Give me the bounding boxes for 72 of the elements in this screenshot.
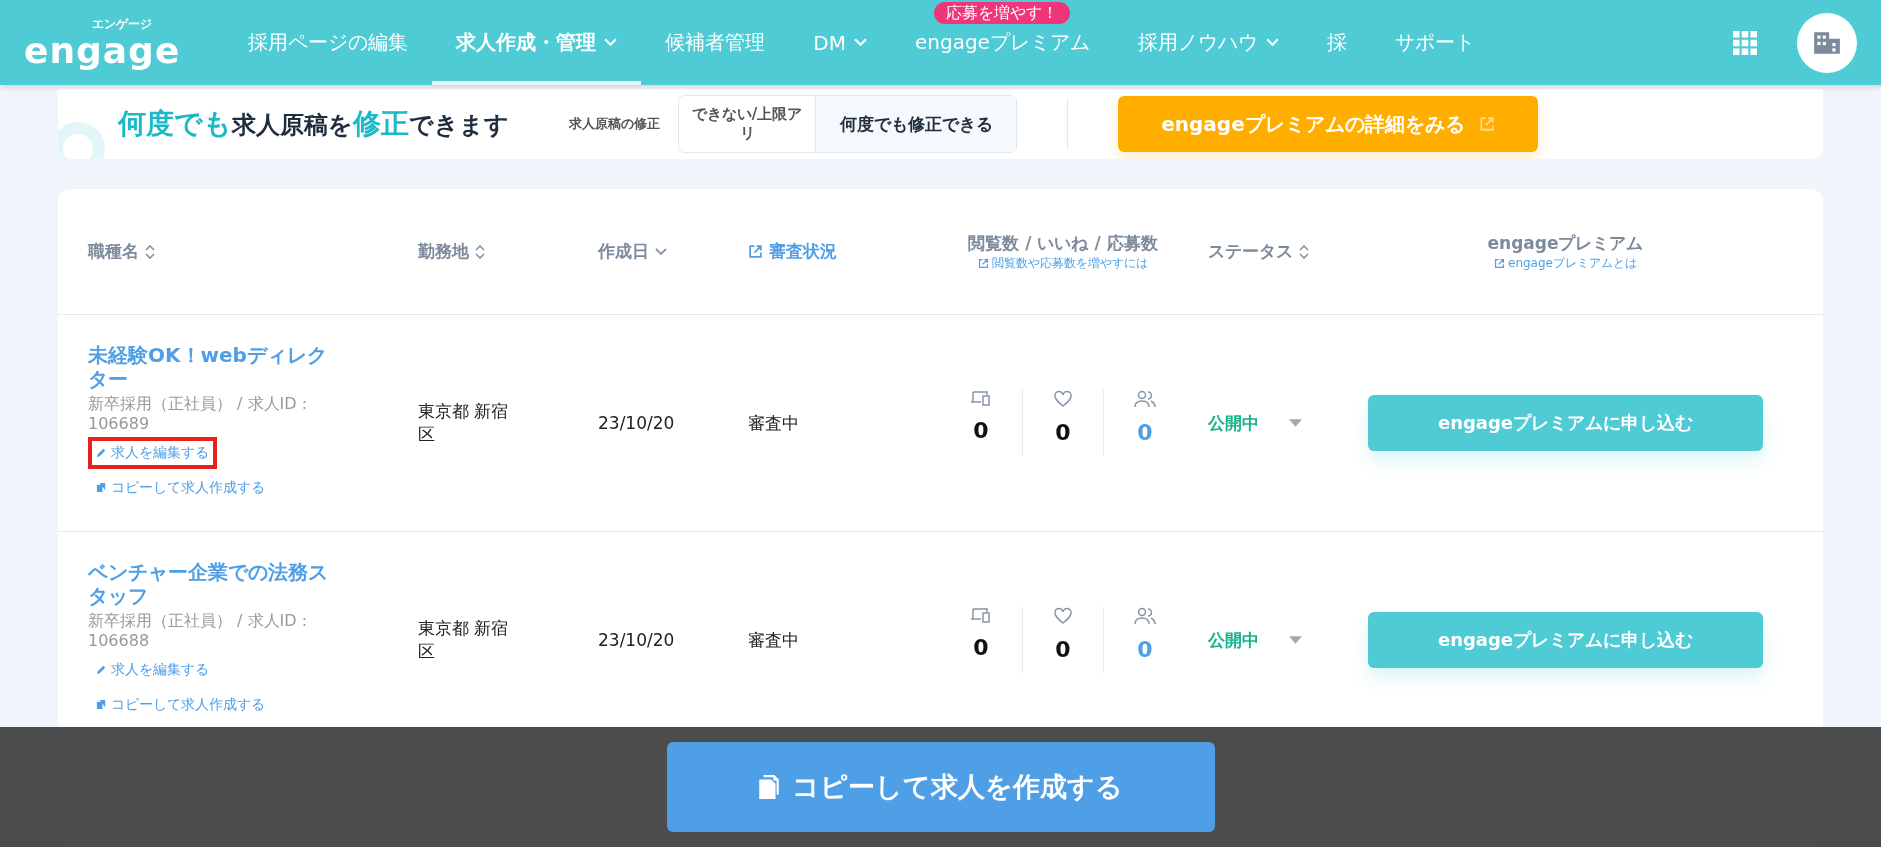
job-title-link[interactable]: 未経験OK！webディレクター [88, 342, 338, 391]
help-link[interactable]: 閲覧数や応募数を増やすには [978, 254, 1148, 272]
nav-tab[interactable]: 採用ノウハウ [1113, 0, 1303, 85]
copy-icon [96, 482, 107, 493]
external-link-icon [1478, 116, 1495, 132]
banner-headline: 何度でも求人原稿を修正できます [118, 106, 509, 142]
column-header-link[interactable]: 審査状況 [748, 240, 918, 263]
location-text: 東京都 新宿区 [418, 617, 510, 663]
nav-tab[interactable]: 採 [1302, 0, 1371, 85]
copy-icon [758, 774, 780, 800]
people-icon [1134, 390, 1156, 408]
external-link-icon [978, 257, 989, 269]
heart-icon [1053, 607, 1073, 625]
sort-icon [145, 243, 155, 260]
status-dropdown[interactable]: 公開中 [1208, 628, 1338, 652]
dropdown-caret-icon [1289, 419, 1302, 427]
comparison-cell-text: できない/上限アリ [690, 104, 804, 144]
copy-job-link[interactable]: コピーして求人作成する [88, 471, 273, 504]
people-icon [1134, 607, 1156, 625]
sort-icon [1299, 243, 1309, 260]
external-link-icon [1494, 257, 1505, 269]
heart-icon [1053, 390, 1073, 408]
sort-icon [475, 243, 485, 260]
edit-job-link[interactable]: 求人を編集する [88, 436, 217, 469]
chevron-down-icon [655, 247, 667, 256]
edit-job-link[interactable]: 求人を編集する [88, 653, 217, 686]
application-count: 0 [1137, 420, 1153, 445]
engage-logo[interactable]: エンゲージ engage [24, 16, 181, 69]
review-status: 審査中 [748, 411, 800, 435]
comparison-label: 求人原稿の修正 [569, 115, 660, 133]
premium-apply-button[interactable]: engageプレミアムに申し込む [1368, 612, 1763, 668]
copy-create-job-button[interactable]: コピーして求人を作成する [666, 742, 1215, 832]
app-grid-icon[interactable] [1733, 30, 1757, 55]
nav-tab[interactable]: 候補者管理 [641, 0, 790, 85]
date-text: 23/10/20 [598, 630, 676, 650]
job-title-link[interactable]: ベンチャー企業での法務スタッフ [88, 559, 338, 608]
copy-job-link[interactable]: コピーして求人作成する [88, 688, 273, 721]
nav-tab[interactable]: 採用ページの編集 [224, 0, 433, 85]
sortable-column-header[interactable]: ステータス [1208, 240, 1338, 263]
nav-tab[interactable]: DM [789, 0, 891, 85]
like-count: 0 [1055, 420, 1071, 445]
devices-icon [970, 607, 992, 623]
pencil-icon [96, 447, 107, 458]
sortable-column-header[interactable]: 勤務地 [418, 240, 598, 263]
view-count: 0 [973, 418, 989, 443]
premium-apply-button[interactable]: engageプレミアムに申し込む [1368, 395, 1763, 451]
like-count: 0 [1055, 637, 1071, 662]
job-meta: 新卒採用（正社員） / 求人ID : 106688 [88, 610, 309, 651]
nav-tab[interactable]: 求人作成・管理 [432, 0, 642, 85]
view-count: 0 [973, 635, 989, 660]
sortable-column-header[interactable]: 職種名 [88, 240, 418, 263]
column-header: engageプレミアム [1487, 231, 1644, 255]
nav-tab[interactable]: サポート [1370, 0, 1499, 85]
copy-icon [96, 699, 107, 710]
devices-icon [970, 390, 992, 406]
job-meta: 新卒採用（正社員） / 求人ID : 106689 [88, 393, 309, 434]
comparison-cell: 何度でも修正できる [815, 96, 1016, 152]
building-icon [1812, 29, 1842, 56]
location-text: 東京都 新宿区 [418, 400, 510, 446]
column-header: 閲覧数 / いいね / 応募数 [968, 231, 1158, 255]
dropdown-caret-icon [1289, 636, 1302, 644]
nav-tab[interactable]: 応募を増やす！ engageプレミアム [890, 0, 1114, 85]
external-link-icon [748, 244, 763, 259]
promo-badge: 応募を増やす！ [934, 2, 1071, 24]
application-count: 0 [1137, 637, 1153, 662]
pencil-icon [96, 664, 107, 675]
review-status: 審査中 [748, 628, 800, 652]
status-dropdown[interactable]: 公開中 [1208, 411, 1338, 435]
help-link[interactable]: engageプレミアムとは [1494, 254, 1637, 272]
sortable-column-header[interactable]: 作成日 [598, 240, 748, 263]
date-text: 23/10/20 [598, 413, 676, 433]
premium-details-button[interactable]: engageプレミアムの詳細をみる [1118, 96, 1538, 152]
